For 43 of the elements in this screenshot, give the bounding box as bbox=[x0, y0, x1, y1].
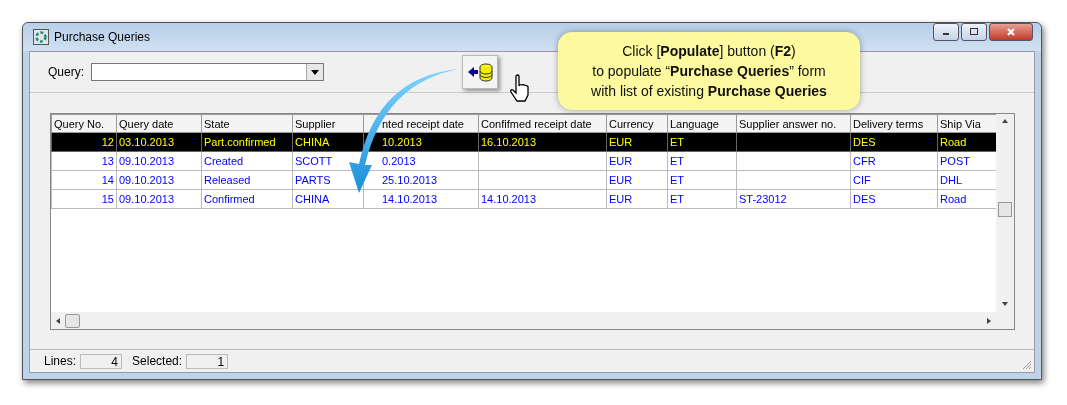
query-dropdown[interactable] bbox=[91, 63, 324, 81]
column-header[interactable]: Confifmed receipt date bbox=[478, 114, 607, 133]
lines-label: Lines: bbox=[44, 354, 77, 368]
column-header[interactable]: Delivery terms bbox=[850, 114, 938, 133]
maximize-icon bbox=[969, 27, 979, 37]
window-title: Purchase Queries bbox=[54, 30, 152, 44]
column-header[interactable]: Ship Via bbox=[937, 114, 997, 133]
table-row[interactable]: 14 09.10.2013 Released PARTS 25.10.2013 EUR ET CIF DHL bbox=[51, 170, 997, 190]
horizontal-scrollbar[interactable] bbox=[51, 312, 996, 329]
hand-cursor-icon bbox=[508, 74, 532, 102]
resize-grip-icon bbox=[1022, 360, 1032, 370]
table-row[interactable]: 13 09.10.2013 Created SCOTT 0.2013 EUR ET CFR POST bbox=[51, 151, 997, 171]
dropdown-arrow-icon bbox=[311, 69, 319, 75]
scroll-up-icon[interactable] bbox=[1002, 118, 1008, 124]
populate-button[interactable] bbox=[462, 55, 498, 89]
vertical-scrollbar[interactable] bbox=[996, 114, 1014, 329]
lines-count: 4 bbox=[80, 353, 123, 369]
column-header[interactable]: Language bbox=[667, 114, 737, 133]
column-header[interactable]: nted receipt date bbox=[363, 114, 479, 133]
selected-count: 1 bbox=[186, 353, 229, 369]
callout-text: Click [Populate] button (F2) bbox=[622, 42, 796, 61]
maximize-button[interactable] bbox=[961, 23, 987, 41]
scroll-thumb[interactable] bbox=[998, 202, 1012, 217]
scroll-thumb[interactable] bbox=[65, 313, 80, 328]
selected-label: Selected: bbox=[132, 354, 183, 368]
column-header[interactable]: Currency bbox=[606, 114, 668, 133]
query-label: Query: bbox=[48, 65, 84, 79]
minimize-button[interactable] bbox=[933, 23, 959, 41]
table-row[interactable]: 12 03.10.2013 Part.confirmed CHINA 10.2013 16.10.2013 EUR ET DES Road bbox=[51, 132, 997, 152]
column-header[interactable]: State bbox=[201, 114, 293, 133]
callout-text: to populate “Purchase Queries” form bbox=[592, 62, 826, 81]
close-button[interactable] bbox=[989, 23, 1033, 41]
table-row[interactable]: 15 09.10.2013 Confirmed CHINA 14.10.2013 14.10.2013 EUR ET ST-23012 DES Road bbox=[51, 189, 997, 209]
column-header[interactable]: Supplier answer no. bbox=[736, 114, 851, 133]
column-header[interactable]: Query No. bbox=[51, 114, 117, 133]
scroll-left-icon[interactable] bbox=[55, 317, 61, 324]
scroll-down-icon[interactable] bbox=[1002, 301, 1008, 307]
app-icon bbox=[33, 29, 49, 45]
callout-text: with list of existing Purchase Queries bbox=[591, 82, 827, 101]
close-icon bbox=[1006, 27, 1016, 37]
scroll-right-icon[interactable] bbox=[986, 317, 992, 324]
column-header[interactable]: Supplier bbox=[292, 114, 364, 133]
column-header[interactable]: Query date bbox=[116, 114, 202, 133]
